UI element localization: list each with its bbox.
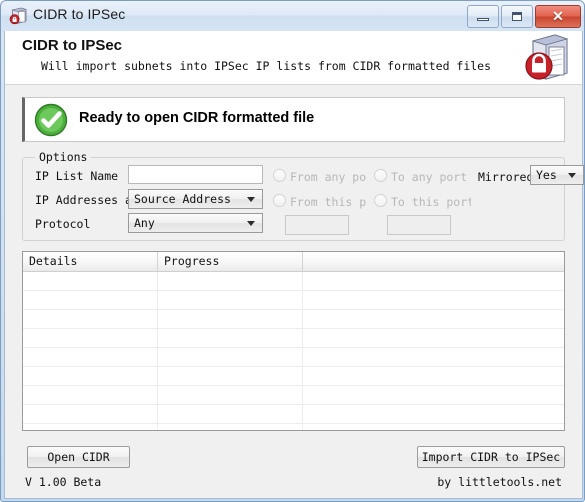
cell-details bbox=[23, 272, 158, 290]
options-groupbox: Options IP List Name IP Addresses are So… bbox=[22, 150, 584, 241]
from-port-input[interactable] bbox=[285, 215, 349, 235]
green-check-icon bbox=[34, 103, 68, 137]
to-port-input[interactable] bbox=[387, 215, 451, 235]
window-controls: ✕ bbox=[467, 5, 581, 28]
column-header-details[interactable]: Details bbox=[23, 252, 158, 271]
ip-addresses-are-combobox[interactable]: Source Address bbox=[128, 189, 263, 209]
import-cidr-button[interactable]: Import CIDR to IPSec bbox=[417, 446, 565, 468]
app-window: CIDR to IPSec ✕ CIDR to IPSec Will impor… bbox=[0, 0, 585, 502]
cell-progress bbox=[158, 291, 303, 309]
cell-details bbox=[23, 348, 158, 366]
from-any-port-label: From any port bbox=[290, 170, 366, 184]
from-any-port-radio[interactable] bbox=[273, 169, 286, 182]
title-bar: CIDR to IPSec ✕ bbox=[1, 1, 584, 31]
maximize-button[interactable] bbox=[501, 5, 533, 28]
cell-details bbox=[23, 329, 158, 347]
table-row[interactable] bbox=[23, 424, 564, 430]
listview-body bbox=[23, 272, 564, 430]
cell-progress bbox=[158, 348, 303, 366]
cell-details bbox=[23, 424, 158, 430]
maximize-icon bbox=[512, 12, 522, 21]
server-lock-icon bbox=[9, 7, 28, 25]
cell-progress bbox=[158, 386, 303, 404]
status-message: Ready to open CIDR formatted file bbox=[79, 110, 315, 126]
mirrored-label: Mirrored bbox=[478, 170, 531, 184]
cell-progress bbox=[158, 329, 303, 347]
cell-progress bbox=[158, 272, 303, 290]
column-header-progress[interactable]: Progress bbox=[158, 252, 303, 271]
client-area: CIDR to IPSec Will import subnets into I… bbox=[4, 31, 584, 499]
cell-extra bbox=[303, 310, 564, 328]
status-panel: Ready to open CIDR formatted file bbox=[22, 97, 565, 142]
cell-details bbox=[23, 291, 158, 309]
cell-extra bbox=[303, 272, 564, 290]
table-row[interactable] bbox=[23, 348, 564, 367]
close-button[interactable]: ✕ bbox=[535, 5, 581, 28]
table-row[interactable] bbox=[23, 272, 564, 291]
window-title: CIDR to IPSec bbox=[33, 6, 126, 22]
table-row[interactable] bbox=[23, 386, 564, 405]
cell-progress bbox=[158, 367, 303, 385]
results-listview[interactable]: Details Progress bbox=[22, 251, 565, 431]
cell-details bbox=[23, 367, 158, 385]
table-row[interactable] bbox=[23, 367, 564, 386]
cell-progress bbox=[158, 424, 303, 430]
header-band: CIDR to IPSec Will import subnets into I… bbox=[5, 31, 582, 85]
protocol-value: Any bbox=[134, 216, 155, 230]
mirrored-combobox[interactable]: Yes bbox=[530, 165, 584, 185]
close-icon: ✕ bbox=[552, 8, 564, 24]
options-legend: Options bbox=[35, 150, 92, 164]
table-row[interactable] bbox=[23, 405, 564, 424]
credit-label: by littletools.net bbox=[437, 475, 562, 489]
table-row[interactable] bbox=[23, 310, 564, 329]
cell-extra bbox=[303, 329, 564, 347]
mirrored-value: Yes bbox=[536, 168, 557, 182]
cell-extra bbox=[303, 291, 564, 309]
protocol-combobox[interactable]: Any bbox=[128, 213, 263, 233]
to-any-port-label: To any port bbox=[391, 170, 468, 184]
server-lock-logo-icon bbox=[522, 33, 574, 83]
from-this-port-radio[interactable] bbox=[273, 194, 286, 207]
table-row[interactable] bbox=[23, 329, 564, 348]
open-cidr-button[interactable]: Open CIDR bbox=[27, 446, 130, 468]
chevron-down-icon bbox=[247, 221, 255, 226]
ip-list-name-input[interactable] bbox=[128, 165, 263, 184]
page-title: CIDR to IPSec bbox=[22, 37, 123, 54]
listview-header: Details Progress bbox=[23, 252, 564, 272]
minimize-button[interactable] bbox=[467, 5, 499, 28]
chevron-down-icon bbox=[568, 173, 576, 178]
chevron-down-icon bbox=[247, 197, 255, 202]
page-subtitle: Will import subnets into IPSec IP lists … bbox=[41, 59, 492, 73]
column-header-extra[interactable] bbox=[303, 252, 564, 271]
ip-addresses-are-value: Source Address bbox=[134, 192, 231, 206]
cell-details bbox=[23, 405, 158, 423]
cell-extra bbox=[303, 405, 564, 423]
cell-extra bbox=[303, 424, 564, 430]
cell-progress bbox=[158, 405, 303, 423]
cell-details bbox=[23, 310, 158, 328]
cell-extra bbox=[303, 367, 564, 385]
cell-extra bbox=[303, 348, 564, 366]
cell-details bbox=[23, 386, 158, 404]
table-row[interactable] bbox=[23, 291, 564, 310]
cell-progress bbox=[158, 310, 303, 328]
to-this-port-radio[interactable] bbox=[374, 194, 387, 207]
from-this-port-label: From this port bbox=[290, 195, 366, 209]
protocol-label: Protocol bbox=[35, 217, 91, 231]
version-label: V 1.00 Beta bbox=[25, 475, 102, 489]
to-this-port-label: To this port bbox=[391, 195, 471, 209]
to-any-port-radio[interactable] bbox=[374, 169, 387, 182]
ip-addresses-are-label: IP Addresses are bbox=[35, 193, 133, 207]
cell-extra bbox=[303, 386, 564, 404]
minimize-icon bbox=[477, 18, 489, 21]
